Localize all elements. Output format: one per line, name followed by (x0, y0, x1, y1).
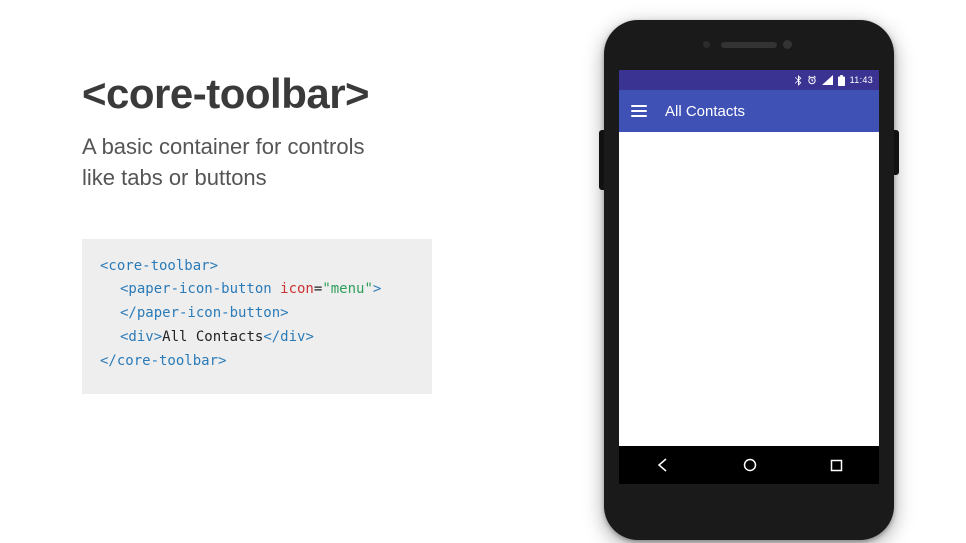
signal-icon (822, 75, 833, 85)
menu-icon[interactable] (631, 105, 647, 117)
status-time: 11:43 (850, 75, 873, 85)
code-l2-tag: <paper-icon-button (120, 281, 272, 297)
battery-icon (838, 75, 845, 86)
code-line-3: </paper-icon-button> (120, 305, 289, 321)
subtitle-line-1: A basic container for controls (82, 134, 364, 159)
phone-camera (783, 40, 792, 49)
android-nav-bar (619, 446, 879, 484)
phone-screen: 11:43 All Contacts (619, 70, 879, 484)
phone-sensor (703, 41, 710, 48)
app-toolbar: All Contacts (619, 90, 879, 132)
code-l4-text: All Contacts (162, 329, 263, 345)
appbar-title: All Contacts (665, 103, 745, 120)
phone-speaker (721, 42, 777, 48)
slide: <core-toolbar> A basic container for con… (0, 0, 966, 543)
back-button[interactable] (655, 457, 671, 473)
code-line-1: <core-toolbar> (100, 258, 218, 274)
code-l4-open: <div> (120, 329, 162, 345)
code-l2-val: "menu" (322, 281, 373, 297)
status-bar: 11:43 (619, 70, 879, 90)
phone-frame: 11:43 All Contacts (604, 20, 894, 540)
home-button[interactable] (742, 457, 758, 473)
code-l4-close: </div> (263, 329, 314, 345)
code-line-5: </core-toolbar> (100, 353, 226, 369)
slide-subtitle: A basic container for controls like tabs… (82, 132, 482, 194)
subtitle-line-2: like tabs or buttons (82, 165, 267, 190)
code-l2-close: > (373, 281, 381, 297)
left-column: <core-toolbar> A basic container for con… (82, 70, 482, 394)
recent-apps-button[interactable] (829, 458, 844, 473)
code-l2-attr: icon (272, 281, 314, 297)
slide-title: <core-toolbar> (82, 70, 482, 118)
alarm-icon (807, 75, 817, 85)
code-block: <core-toolbar> <paper-icon-button icon="… (82, 239, 432, 394)
bluetooth-icon (794, 75, 802, 86)
